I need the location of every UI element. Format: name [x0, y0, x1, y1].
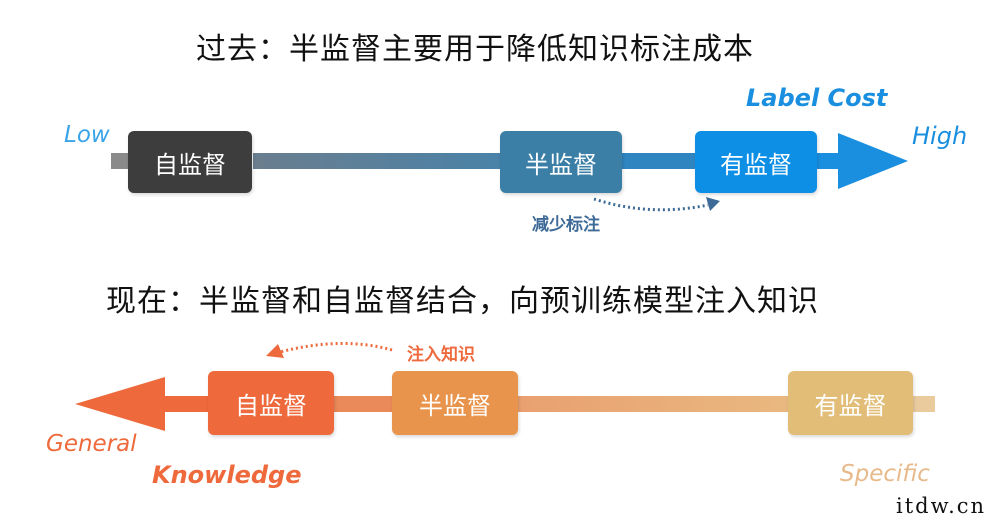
inject-knowledge-dotted-arrow-icon — [266, 341, 393, 358]
present-box-semi-supervised[interactable]: 半监督 — [392, 371, 518, 435]
watermark: itdw.cn — [896, 494, 987, 518]
past-box-self-supervised[interactable]: 自监督 — [128, 131, 252, 193]
past-title: 过去：半监督主要用于降低知识标注成本 — [196, 32, 754, 67]
past-box-supervised-label: 有监督 — [720, 150, 792, 179]
present-box-supervised-label: 有监督 — [814, 391, 887, 420]
present-box-self-supervised[interactable]: 自监督 — [208, 371, 334, 435]
present-title: 现在：半监督和自监督结合，向预训练模型注入知识 — [106, 284, 819, 319]
present-track-segment-3 — [518, 396, 788, 412]
label-cost-heading: Label Cost — [746, 84, 888, 112]
present-track-end — [913, 396, 935, 412]
present-box-semi-supervised-label: 半监督 — [419, 391, 491, 420]
past-box-semi-supervised-label: 半监督 — [525, 150, 597, 179]
present-track-segment-1 — [163, 396, 209, 412]
knowledge-label: Knowledge — [152, 461, 302, 489]
past-arrow-head-icon — [838, 133, 908, 189]
present-track-segment-2 — [334, 396, 392, 412]
past-box-self-supervised-label: 自监督 — [154, 150, 226, 179]
present-arrow-head-icon — [75, 377, 165, 431]
specific-label: Specific — [840, 461, 930, 487]
present-box-self-supervised-label: 自监督 — [235, 391, 307, 420]
past-box-supervised[interactable]: 有监督 — [695, 131, 817, 193]
reduce-label-annotation: 减少标注 — [532, 215, 600, 235]
present-box-supervised[interactable]: 有监督 — [788, 371, 913, 435]
past-box-semi-supervised[interactable]: 半监督 — [500, 131, 622, 193]
past-track-segment-2 — [622, 153, 696, 169]
high-label: High — [912, 122, 968, 150]
reduce-label-dotted-arrow-icon — [593, 197, 720, 212]
past-track-segment-1 — [253, 153, 501, 169]
low-label: Low — [64, 122, 110, 148]
general-label: General — [46, 431, 137, 457]
past-track-start — [111, 153, 129, 169]
inject-knowledge-annotation: 注入知识 — [407, 345, 475, 365]
